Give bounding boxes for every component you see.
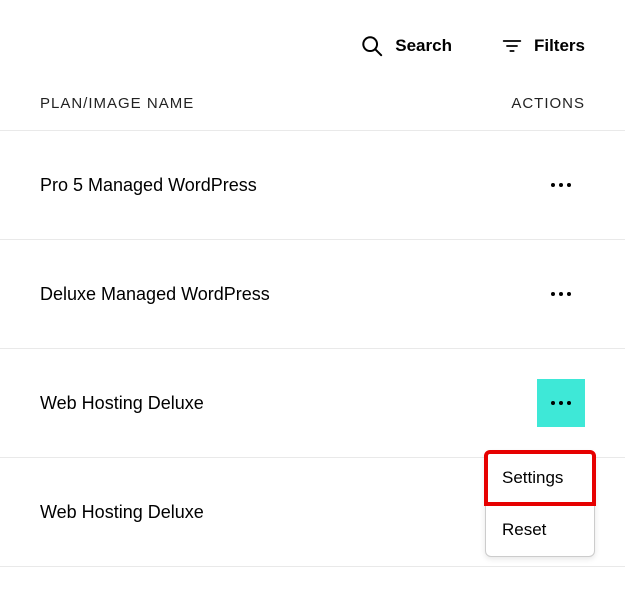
search-button[interactable]: Search xyxy=(361,35,452,57)
more-icon xyxy=(551,292,571,296)
search-icon xyxy=(361,35,383,57)
actions-dropdown: Settings Reset xyxy=(485,451,595,557)
search-label: Search xyxy=(395,36,452,56)
table-row: Web Hosting Deluxe xyxy=(0,349,625,458)
filters-label: Filters xyxy=(534,36,585,56)
column-header-plan: PLAN/IMAGE NAME xyxy=(40,95,194,112)
row-actions-button[interactable] xyxy=(537,161,585,209)
column-header-actions: ACTIONS xyxy=(511,95,585,112)
dropdown-item-settings[interactable]: Settings xyxy=(486,452,594,504)
plan-name: Pro 5 Managed WordPress xyxy=(40,175,257,196)
table-row: Pro 5 Managed WordPress xyxy=(0,131,625,240)
more-icon xyxy=(551,183,571,187)
table-row: Deluxe Managed WordPress xyxy=(0,240,625,349)
plan-name: Web Hosting Deluxe xyxy=(40,393,204,414)
more-icon xyxy=(551,401,571,405)
filters-button[interactable]: Filters xyxy=(502,36,585,56)
row-actions-button[interactable] xyxy=(537,379,585,427)
filter-icon xyxy=(502,36,522,56)
dropdown-item-reset[interactable]: Reset xyxy=(486,504,594,556)
table-header: PLAN/IMAGE NAME ACTIONS xyxy=(0,77,625,131)
plan-name: Deluxe Managed WordPress xyxy=(40,284,270,305)
row-actions-button[interactable] xyxy=(537,270,585,318)
plan-name: Web Hosting Deluxe xyxy=(40,502,204,523)
toolbar: Search Filters xyxy=(0,0,625,77)
